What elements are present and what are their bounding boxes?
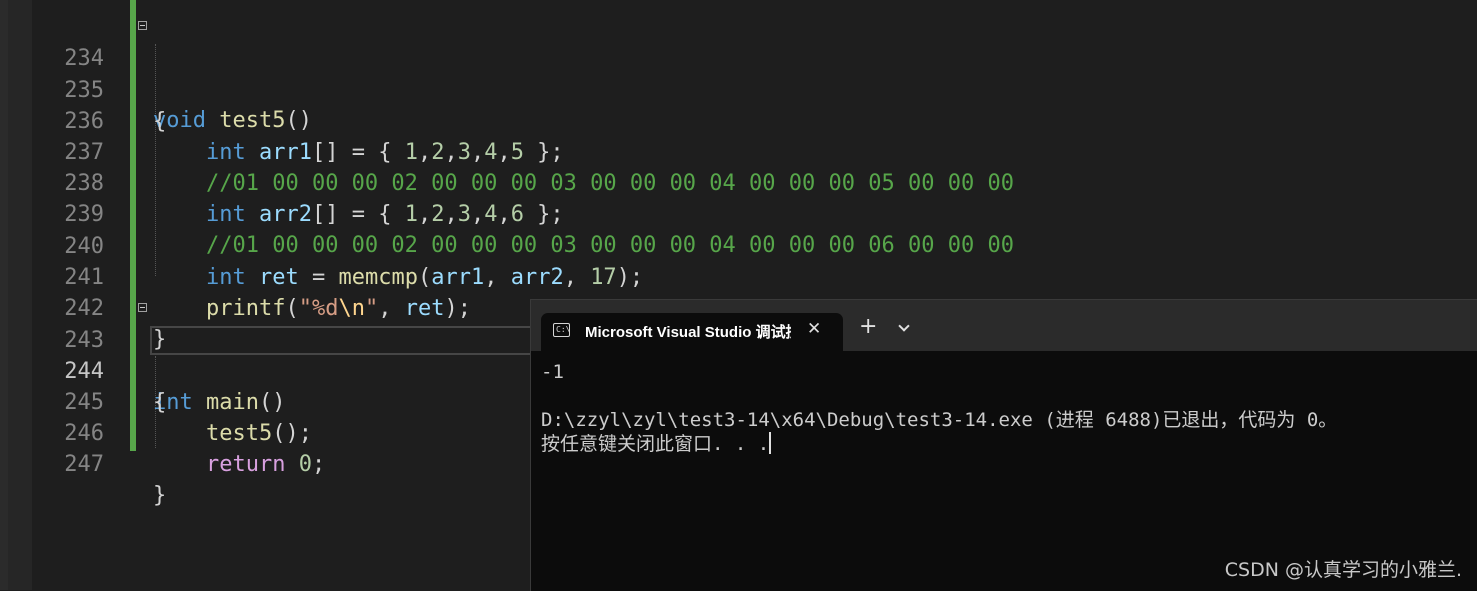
line-number: 247	[64, 452, 104, 477]
punctuation: ;	[311, 452, 326, 477]
chevron-down-icon[interactable]	[898, 320, 910, 332]
terminal-tab[interactable]: C:\ Microsoft Visual Studio 调试控制台 ✕	[541, 313, 843, 351]
terminal-tab-bar: C:\ Microsoft Visual Studio 调试控制台 ✕ +	[531, 300, 1477, 351]
brace: }	[153, 483, 167, 508]
console-icon: C:\	[553, 323, 570, 337]
output-line: D:\zzyl\zyl\test3-14\x64\Debug\test3-14.…	[541, 409, 1338, 431]
watermark: CSDN @认真学习的小雅兰.	[1224, 559, 1462, 581]
code-line[interactable]: 237 //01 00 00 00 02 00 00 00 03 00 00 0…	[32, 106, 1477, 196]
terminal-output[interactable]: -1 D:\zzyl\zyl\test3-14\x64\Debug\test3-…	[541, 360, 1471, 580]
output-line: 按任意键关闭此窗口. . .	[541, 433, 770, 455]
number: 0	[298, 452, 312, 477]
code-line[interactable]: 235 {	[32, 44, 1477, 134]
plus-icon[interactable]: +	[859, 316, 877, 338]
collapse-icon[interactable]	[138, 303, 147, 312]
code-line[interactable]: 234 void test5()	[32, 12, 1477, 133]
terminal-window[interactable]: C:\ Microsoft Visual Studio 调试控制台 ✕ + -1…	[530, 299, 1477, 591]
tab-title: Microsoft Visual Studio 调试控制台	[585, 324, 791, 341]
close-icon[interactable]: ✕	[807, 319, 821, 339]
left-margin-strip	[0, 0, 8, 590]
indicator-margin	[8, 0, 32, 590]
collapse-icon[interactable]	[138, 21, 147, 30]
output-line: -1	[541, 361, 564, 383]
code-line[interactable]: 238 int arr2[] = { 1,2,3,4,6 };	[32, 137, 1477, 227]
code-line[interactable]: 236 int arr1[] = { 1,2,3,4,5 };	[32, 75, 1477, 165]
code-line[interactable]: 240 int ret = memcmp(arr1, arr2, 17);	[32, 200, 1477, 290]
code-line[interactable]: 241 printf("%d\n", ret);	[32, 231, 1477, 321]
text-cursor	[769, 432, 772, 454]
code-line[interactable]: 239 //01 00 00 00 02 00 00 00 03 00 00 0…	[32, 168, 1477, 258]
code-line[interactable]: 242 }	[32, 262, 1477, 352]
keyword: return	[205, 452, 286, 477]
